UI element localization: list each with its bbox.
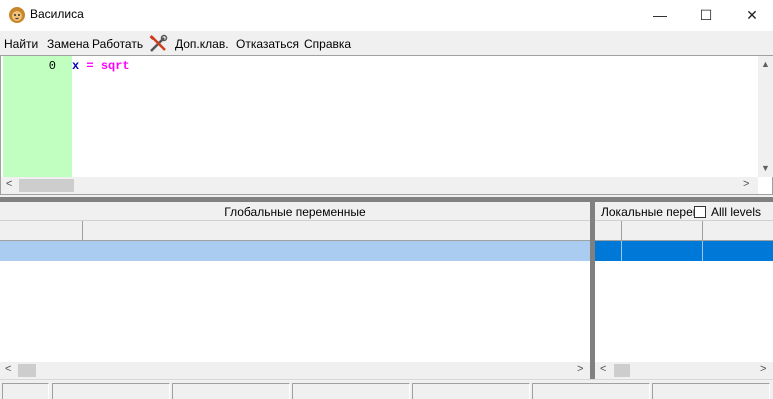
all-levels-label[interactable]: Alll levels xyxy=(711,205,761,219)
code-function: sqrt xyxy=(100,59,130,73)
status-bar xyxy=(0,379,773,399)
scroll-thumb[interactable] xyxy=(19,179,74,192)
maximize-button[interactable]: ☐ xyxy=(683,0,729,30)
column-divider[interactable] xyxy=(702,221,703,241)
status-panel xyxy=(172,383,290,399)
status-panel xyxy=(412,383,530,399)
local-variables-panel: Локальные переменные Alll levels < > xyxy=(595,202,773,379)
local-variables-column-header xyxy=(595,221,773,241)
global-variables-panel: Глобальные переменные < > xyxy=(0,202,590,379)
global-variables-horizontal-scrollbar[interactable]: < > xyxy=(0,362,590,379)
status-panel xyxy=(2,383,49,399)
scroll-right-icon[interactable]: > xyxy=(743,178,749,190)
editor-horizontal-scrollbar[interactable]: < > xyxy=(1,177,758,194)
close-icon: ✕ xyxy=(746,6,758,23)
scroll-right-icon[interactable]: > xyxy=(577,363,583,375)
close-button[interactable]: ✕ xyxy=(729,0,773,30)
menu-extra-keyboard[interactable]: Доп.клав. xyxy=(175,37,229,51)
lion-head-icon xyxy=(9,7,25,23)
local-variables-selected-row[interactable] xyxy=(595,241,773,261)
status-panel xyxy=(652,383,770,399)
menu-cancel[interactable]: Отказаться xyxy=(236,37,299,51)
scroll-left-icon[interactable]: < xyxy=(6,178,12,190)
minimize-icon: — xyxy=(653,7,667,23)
column-divider[interactable] xyxy=(621,221,622,241)
local-variables-header: Локальные переменные Alll levels xyxy=(595,202,773,221)
line-number: 0 xyxy=(48,59,56,73)
menu-find[interactable]: Найти xyxy=(4,37,38,51)
tools-icon[interactable] xyxy=(148,34,168,54)
menu-run[interactable]: Работать xyxy=(92,37,143,51)
maximize-icon: ☐ xyxy=(699,6,713,23)
global-variables-title: Глобальные переменные xyxy=(224,205,366,219)
line-number-gutter: 0 xyxy=(3,56,72,177)
menu-bar: Найти Замена Работать Доп.клав. Отказать… xyxy=(0,31,773,55)
local-variables-horizontal-scrollbar[interactable]: < > xyxy=(595,362,773,379)
scroll-down-icon[interactable]: ▼ xyxy=(761,163,770,173)
scroll-right-icon[interactable]: > xyxy=(760,363,766,375)
scroll-thumb[interactable] xyxy=(614,364,630,377)
all-levels-checkbox[interactable] xyxy=(694,206,706,218)
cell-divider xyxy=(621,241,622,261)
code-editor[interactable]: 0 x = sqrt ▲ ▼ < > xyxy=(0,55,773,195)
global-variables-header: Глобальные переменные xyxy=(0,202,590,221)
global-variables-selected-row[interactable] xyxy=(0,241,590,261)
status-panel xyxy=(532,383,650,399)
scroll-left-icon[interactable]: < xyxy=(5,363,11,375)
scroll-thumb[interactable] xyxy=(18,364,36,377)
global-variables-column-header xyxy=(0,221,590,241)
code-line[interactable]: x = sqrt xyxy=(72,59,130,73)
minimize-button[interactable]: — xyxy=(637,0,683,30)
window-title: Василиса xyxy=(30,7,84,21)
menu-help[interactable]: Справка xyxy=(304,37,351,51)
cell-divider xyxy=(702,241,703,261)
code-variable: x xyxy=(72,59,80,73)
column-divider[interactable] xyxy=(82,221,83,241)
editor-vertical-scrollbar[interactable]: ▲ ▼ xyxy=(758,56,773,177)
code-operator: = xyxy=(86,59,94,73)
status-panel xyxy=(52,383,170,399)
status-panel xyxy=(292,383,410,399)
menu-replace[interactable]: Замена xyxy=(47,37,89,51)
local-variables-title: Локальные переменные xyxy=(601,205,697,219)
title-bar: Василиса — ☐ ✕ xyxy=(0,0,773,31)
scroll-left-icon[interactable]: < xyxy=(600,363,606,375)
scroll-up-icon[interactable]: ▲ xyxy=(761,59,770,69)
